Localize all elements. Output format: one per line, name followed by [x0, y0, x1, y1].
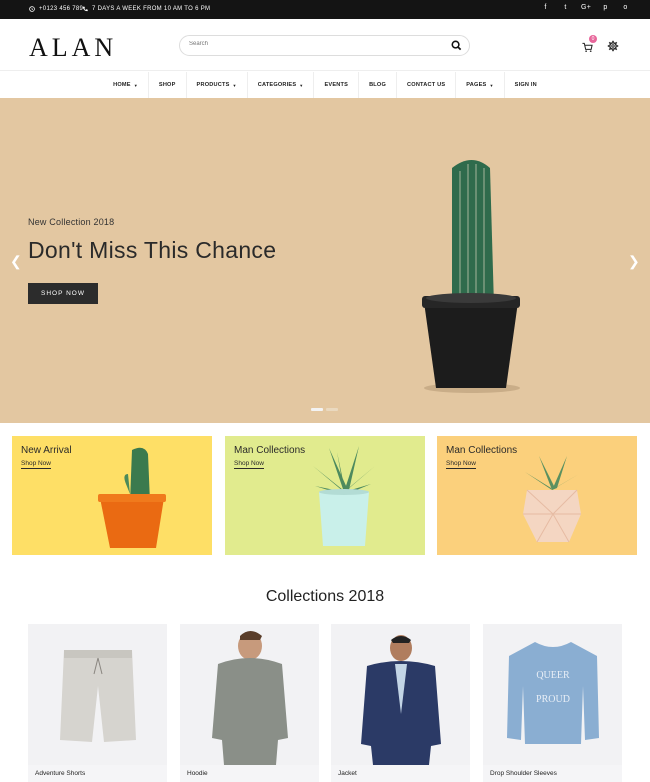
banner-title: New Arrival: [21, 445, 72, 456]
slider-dots: [311, 408, 338, 411]
settings-button[interactable]: [607, 39, 619, 57]
nav-label: PRODUCTS: [196, 82, 230, 88]
nav-label: CONTACT US: [407, 82, 446, 88]
shop-now-button[interactable]: SHOP NOW: [28, 283, 98, 304]
product-name[interactable]: Drop Shoulder Sleeves: [490, 770, 557, 777]
gear-icon: [607, 40, 619, 52]
product-image[interactable]: [331, 624, 470, 765]
product-image[interactable]: [180, 624, 319, 765]
cart-button[interactable]: 0: [582, 35, 597, 58]
product-card[interactable]: QUEER PROUD Drop Shoulder Sleeves: [483, 624, 622, 782]
nav-item-contact-us[interactable]: CONTACT US: [396, 72, 455, 98]
nav-label: CATEGORIES: [257, 82, 297, 88]
nav-item-categories[interactable]: CATEGORIES ▼: [246, 72, 314, 98]
banner-title: Man Collections: [234, 445, 306, 456]
search-box: [179, 35, 470, 56]
nav-label: EVENTS: [324, 82, 349, 88]
instagram-icon[interactable]: o: [621, 4, 630, 11]
jacket-model-image: [361, 635, 441, 765]
nav-item-home[interactable]: HOME ▼: [103, 72, 148, 98]
main-nav: HOME ▼ SHOP PRODUCTS ▼ CATEGORIES ▼ EVENTS …: [0, 72, 650, 98]
google-plus-icon[interactable]: G+: [581, 4, 591, 11]
nav-label: SHOP: [158, 82, 176, 88]
social-links: f t G+ p o: [541, 4, 630, 11]
succulent-pot-image: [313, 446, 375, 546]
phone-info: +0123 456 789: [29, 6, 83, 12]
sweatshirt-print: QUEER: [536, 670, 570, 681]
search-icon[interactable]: [451, 40, 462, 51]
nav-item-sign-in[interactable]: SIGN IN: [503, 72, 547, 98]
product-image[interactable]: [28, 624, 167, 765]
nav-item-products[interactable]: PRODUCTS ▼: [185, 72, 247, 98]
nav-item-pages[interactable]: PAGES ▼: [455, 72, 503, 98]
sweatshirt-image: QUEER PROUD: [507, 642, 599, 744]
product-name[interactable]: Hoodie: [187, 770, 208, 777]
sweatshirt-print: PROUD: [536, 694, 570, 705]
cactus-pot-image: [98, 447, 166, 548]
slider-dot[interactable]: [326, 408, 338, 411]
phone-handset-icon: [82, 6, 88, 12]
caret-down-icon: ▼: [489, 82, 494, 88]
product-name[interactable]: Jacket: [338, 770, 357, 777]
nav-item-blog[interactable]: BLOG: [358, 72, 396, 98]
hours-info: 7 DAYS A WEEK FROM 10 AM TO 6 PM: [82, 6, 210, 12]
top-bar: +0123 456 789 7 DAYS A WEEK FROM 10 AM T…: [0, 0, 650, 19]
product-card[interactable]: Jacket: [331, 624, 470, 782]
site-header: ALAN 0: [0, 19, 650, 71]
shorts-image: [60, 650, 136, 742]
product-card[interactable]: Hoodie: [180, 624, 319, 782]
banner-title: Man Collections: [446, 445, 518, 456]
hoodie-model-image: [212, 631, 288, 765]
nav-label: HOME: [113, 82, 131, 88]
caret-down-icon: ▼: [299, 82, 304, 88]
hours-text: 7 DAYS A WEEK FROM 10 AM TO 6 PM: [92, 6, 211, 12]
cart-count-badge: 0: [589, 35, 597, 43]
nav-label: BLOG: [369, 82, 387, 88]
caret-down-icon: ▼: [133, 82, 138, 88]
product-image[interactable]: QUEER PROUD: [483, 624, 622, 765]
pinterest-icon[interactable]: p: [601, 4, 610, 11]
facebook-icon[interactable]: f: [541, 4, 550, 11]
shop-now-link[interactable]: Shop Now: [21, 460, 51, 469]
collections-title: Collections 2018: [265, 588, 385, 605]
hero-slider: New Collection 2018 Don't Miss This Chan…: [0, 98, 650, 423]
twitter-icon[interactable]: t: [561, 4, 570, 11]
nav-label: PAGES: [466, 82, 487, 88]
cart-icon: [582, 42, 593, 52]
slider-dot-active[interactable]: [311, 408, 323, 411]
slider-next-arrow-icon[interactable]: ❯: [628, 253, 640, 270]
site-logo[interactable]: ALAN: [29, 33, 117, 63]
shop-now-link[interactable]: Shop Now: [234, 460, 264, 469]
phone-number: +0123 456 789: [39, 6, 84, 12]
product-card[interactable]: Adventure Shorts: [28, 624, 167, 782]
hero-title: Don't Miss This Chance: [28, 237, 277, 263]
shop-now-link[interactable]: Shop Now: [446, 460, 476, 469]
banner-man-collections-2[interactable]: Man Collections Shop Now: [437, 436, 637, 555]
banner-man-collections[interactable]: Man Collections Shop Now: [225, 436, 425, 555]
caret-down-icon: ▼: [232, 82, 237, 88]
slider-prev-arrow-icon[interactable]: ❮: [10, 253, 22, 270]
nav-label: SIGN IN: [514, 82, 537, 88]
product-name[interactable]: Adventure Shorts: [35, 770, 85, 777]
hero-cactus-image: [422, 160, 520, 393]
geometric-pot-image: [523, 456, 581, 543]
phone-icon: [29, 6, 35, 12]
hero-subtitle: New Collection 2018: [28, 217, 115, 227]
banner-new-arrival[interactable]: New Arrival Shop Now: [12, 436, 212, 555]
nav-item-events[interactable]: EVENTS: [313, 72, 358, 98]
search-input[interactable]: [189, 41, 439, 47]
nav-item-shop[interactable]: SHOP: [147, 72, 186, 98]
